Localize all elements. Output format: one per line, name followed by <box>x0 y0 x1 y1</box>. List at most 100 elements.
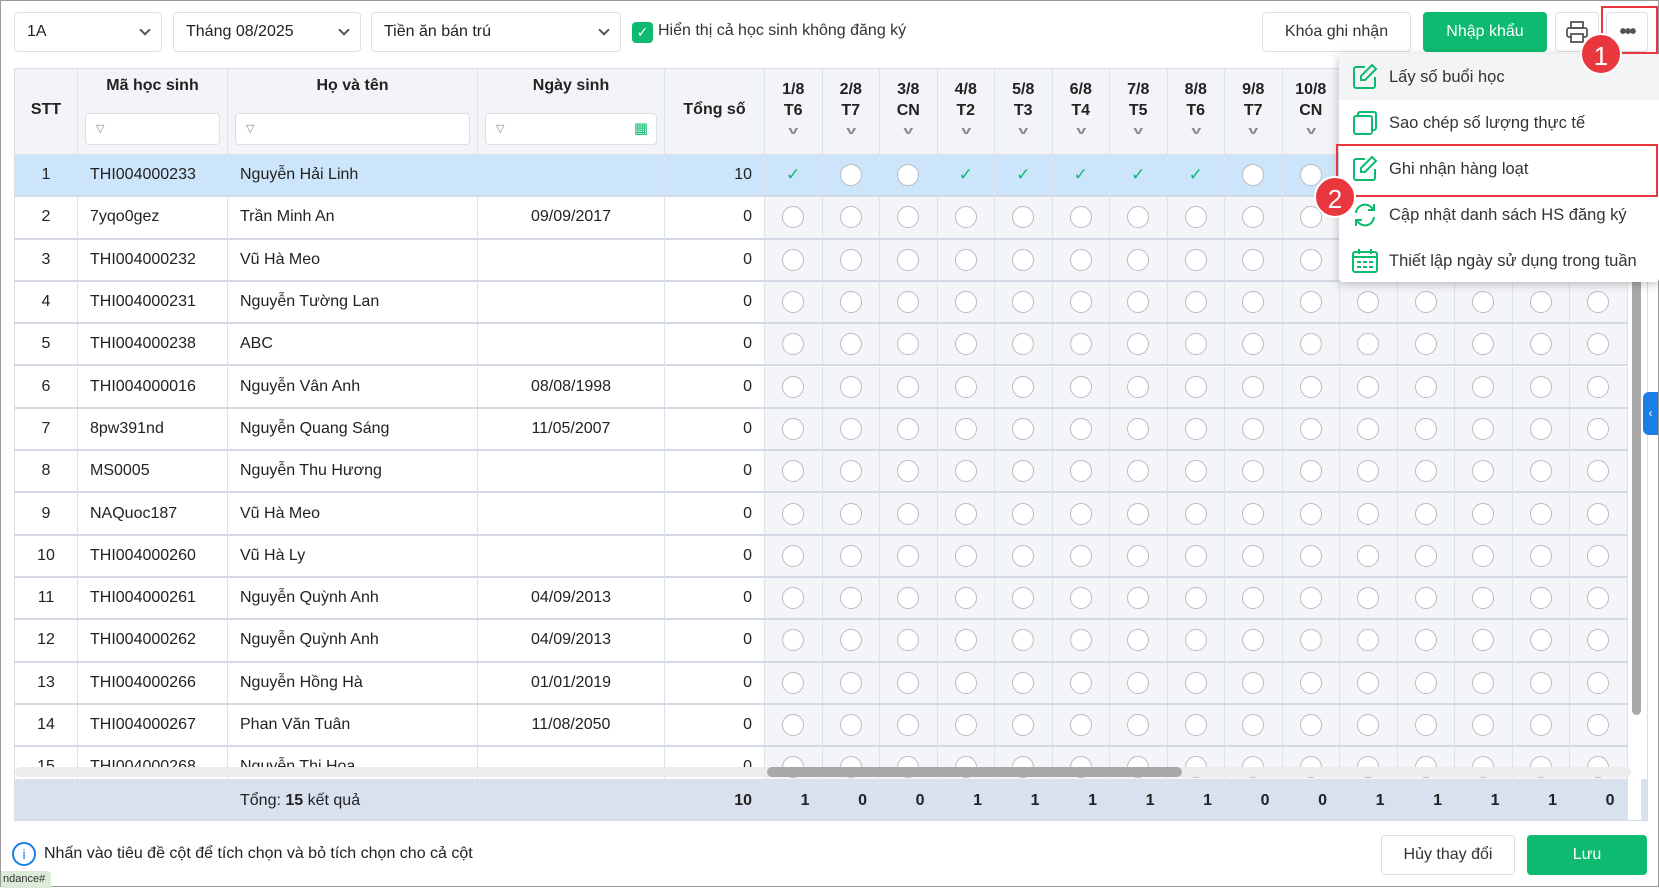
attendance-radio[interactable] <box>954 248 977 271</box>
attendance-radio[interactable] <box>1127 714 1150 737</box>
attendance-cell[interactable] <box>1512 366 1570 409</box>
attendance-radio[interactable] <box>1069 502 1092 525</box>
attendance-cell[interactable] <box>995 366 1053 409</box>
attendance-cell[interactable] <box>880 281 938 325</box>
attendance-cell[interactable] <box>1570 408 1628 452</box>
attendance-cell[interactable] <box>1397 451 1455 494</box>
attendance-radio[interactable] <box>897 714 920 737</box>
attendance-radio[interactable] <box>1357 544 1380 567</box>
attendance-cell[interactable] <box>1225 197 1283 240</box>
attendance-radio[interactable] <box>897 629 920 652</box>
attendance-cell[interactable]: ✓ <box>995 155 1053 198</box>
attendance-cell[interactable] <box>1282 662 1340 705</box>
attendance-radio[interactable] <box>1127 206 1150 229</box>
attendance-radio[interactable] <box>1587 629 1610 652</box>
attendance-radio[interactable] <box>897 206 920 229</box>
attendance-radio[interactable] <box>1529 502 1552 525</box>
attendance-radio[interactable] <box>897 248 920 271</box>
attendance-cell[interactable] <box>1340 704 1398 748</box>
attendance-cell[interactable] <box>1282 366 1340 409</box>
attendance-radio[interactable] <box>1242 206 1265 229</box>
attendance-cell[interactable] <box>1110 197 1168 240</box>
attendance-radio[interactable] <box>1472 291 1495 314</box>
attendance-radio[interactable] <box>1184 417 1207 440</box>
cancel-changes-button[interactable]: Hủy thay đổi <box>1381 835 1515 875</box>
attendance-cell[interactable] <box>1225 324 1283 367</box>
attendance-cell[interactable] <box>1110 578 1168 621</box>
attendance-cell[interactable] <box>995 408 1053 452</box>
attendance-radio[interactable] <box>1127 375 1150 398</box>
attendance-radio[interactable] <box>954 206 977 229</box>
attendance-cell[interactable] <box>1052 535 1110 578</box>
attendance-cell[interactable] <box>765 493 823 536</box>
attendance-radio[interactable] <box>1299 333 1322 356</box>
attendance-cell[interactable] <box>1397 281 1455 325</box>
attendance-cell[interactable] <box>1397 662 1455 705</box>
attendance-radio[interactable] <box>1472 629 1495 652</box>
side-panel-toggle[interactable]: ‹ <box>1643 392 1658 435</box>
attendance-radio[interactable] <box>839 164 862 187</box>
attendance-radio[interactable] <box>839 544 862 567</box>
attendance-radio[interactable] <box>1012 460 1035 483</box>
attendance-radio[interactable] <box>1184 460 1207 483</box>
attendance-cell[interactable] <box>995 535 1053 578</box>
attendance-cell[interactable] <box>1110 451 1168 494</box>
attendance-cell[interactable] <box>1052 366 1110 409</box>
attendance-radio[interactable] <box>1069 587 1092 610</box>
column-header-code[interactable]: Mã học sinh ▽ <box>78 69 228 155</box>
attendance-radio[interactable] <box>839 714 862 737</box>
attendance-radio[interactable] <box>1127 417 1150 440</box>
attendance-radio[interactable] <box>1184 629 1207 652</box>
attendance-cell[interactable] <box>765 704 823 748</box>
attendance-radio[interactable] <box>1069 460 1092 483</box>
attendance-radio[interactable] <box>1184 587 1207 610</box>
attendance-cell[interactable] <box>1282 493 1340 536</box>
menu-item-update-registered[interactable]: Cập nhật danh sách HS đăng ký <box>1339 192 1659 238</box>
attendance-radio[interactable] <box>1242 248 1265 271</box>
attendance-radio[interactable] <box>1299 671 1322 694</box>
attendance-radio[interactable] <box>1299 248 1322 271</box>
attendance-cell[interactable] <box>1225 620 1283 663</box>
attendance-cell[interactable] <box>995 281 1053 325</box>
attendance-radio[interactable] <box>1127 629 1150 652</box>
attendance-radio[interactable] <box>1529 417 1552 440</box>
attendance-cell[interactable] <box>1167 408 1225 452</box>
attendance-radio[interactable] <box>1012 587 1035 610</box>
attendance-cell[interactable] <box>822 239 880 282</box>
attendance-radio[interactable] <box>1472 460 1495 483</box>
attendance-cell[interactable] <box>995 451 1053 494</box>
attendance-radio[interactable] <box>1069 417 1092 440</box>
attendance-radio[interactable] <box>1299 544 1322 567</box>
attendance-radio[interactable] <box>1587 544 1610 567</box>
attendance-radio[interactable] <box>954 544 977 567</box>
attendance-radio[interactable] <box>1069 248 1092 271</box>
attendance-cell[interactable] <box>1397 535 1455 578</box>
fee-select[interactable]: Tiền ăn bán trú <box>371 12 621 52</box>
attendance-radio[interactable] <box>782 460 805 483</box>
attendance-cell[interactable] <box>1225 281 1283 325</box>
attendance-cell[interactable]: ✓ <box>937 155 995 198</box>
attendance-radio[interactable] <box>1472 714 1495 737</box>
attendance-radio[interactable] <box>1012 502 1035 525</box>
attendance-radio[interactable] <box>1242 460 1265 483</box>
attendance-cell[interactable] <box>1570 281 1628 325</box>
attendance-radio[interactable] <box>1069 714 1092 737</box>
attendance-cell[interactable] <box>1570 451 1628 494</box>
attendance-cell[interactable] <box>822 493 880 536</box>
attendance-cell[interactable] <box>1110 535 1168 578</box>
attendance-radio[interactable] <box>954 333 977 356</box>
attendance-cell[interactable] <box>1110 620 1168 663</box>
attendance-cell[interactable] <box>1455 535 1513 578</box>
attendance-cell[interactable] <box>1052 493 1110 536</box>
attendance-cell[interactable] <box>765 662 823 705</box>
attendance-radio[interactable] <box>954 587 977 610</box>
attendance-radio[interactable] <box>839 375 862 398</box>
attendance-cell[interactable] <box>1512 704 1570 748</box>
attendance-cell[interactable] <box>822 155 880 198</box>
attendance-radio[interactable] <box>1357 291 1380 314</box>
attendance-radio[interactable] <box>1299 587 1322 610</box>
attendance-radio[interactable] <box>1472 544 1495 567</box>
attendance-radio[interactable] <box>954 629 977 652</box>
attendance-radio[interactable] <box>1069 544 1092 567</box>
attendance-radio[interactable] <box>1472 502 1495 525</box>
